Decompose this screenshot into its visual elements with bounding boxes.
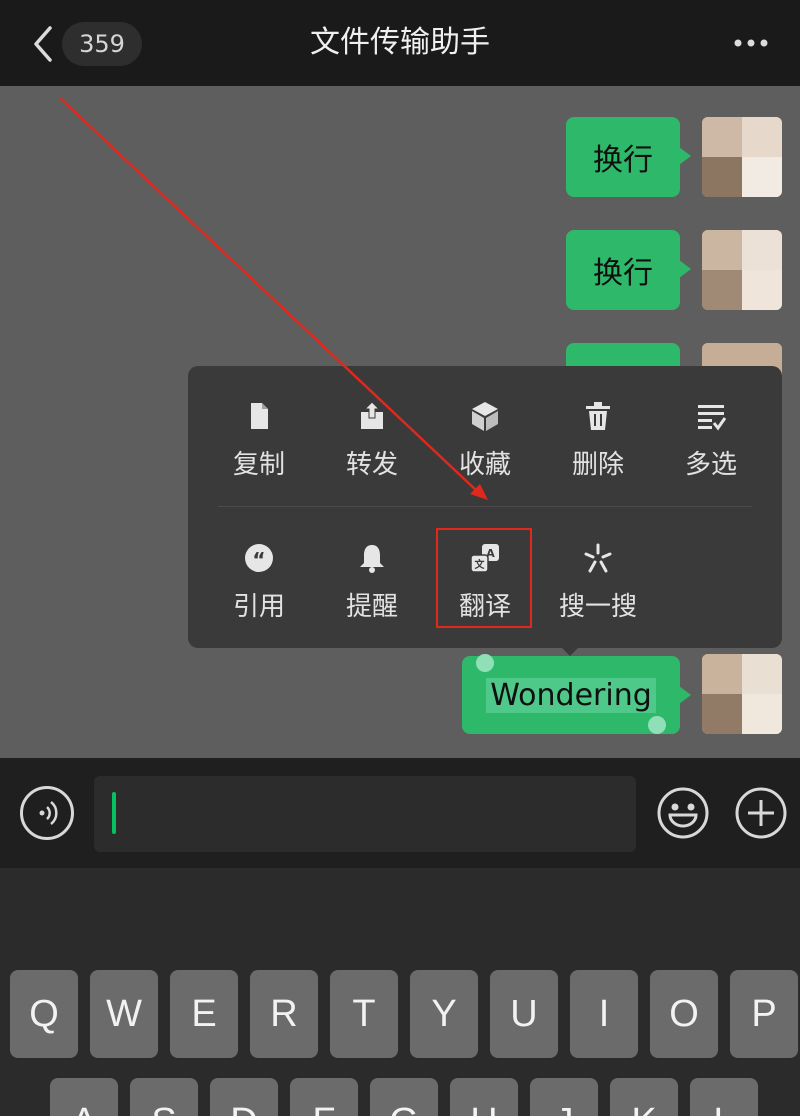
- key-r[interactable]: R: [250, 970, 318, 1058]
- key-h[interactable]: H: [450, 1078, 518, 1116]
- favorite-cube-icon: [472, 402, 498, 431]
- menu-item-favorite[interactable]: 收藏: [435, 400, 535, 500]
- menu-item-forward[interactable]: 转发: [322, 400, 422, 500]
- menu-item-remind[interactable]: 提醒: [322, 542, 422, 642]
- multiselect-icon: [698, 405, 727, 431]
- text-caret: [112, 792, 116, 834]
- voice-button[interactable]: [20, 786, 74, 840]
- selection-end-handle[interactable]: [648, 716, 666, 734]
- menu-item-copy[interactable]: 复制: [209, 400, 309, 500]
- menu-item-multiselect[interactable]: 多选: [661, 400, 761, 500]
- unread-count-badge[interactable]: 359: [62, 22, 142, 66]
- menu-item-quote[interactable]: “ 引用: [209, 542, 309, 642]
- selection-start-handle[interactable]: [476, 654, 494, 672]
- plus-icon[interactable]: [734, 786, 788, 840]
- key-y[interactable]: Y: [410, 970, 478, 1058]
- voice-icon: [39, 801, 58, 825]
- key-f[interactable]: F: [290, 1078, 358, 1116]
- key-i[interactable]: I: [570, 970, 638, 1058]
- key-g[interactable]: G: [370, 1078, 438, 1116]
- message-text: 换行: [593, 143, 653, 178]
- key-e[interactable]: E: [170, 970, 238, 1058]
- key-t[interactable]: T: [330, 970, 398, 1058]
- bell-icon: [360, 545, 384, 573]
- more-horizontal-icon[interactable]: [726, 30, 776, 56]
- keyboard: Q W E R T Y U I O P A S D F G H J K L: [0, 868, 800, 1116]
- key-s[interactable]: S: [130, 1078, 198, 1116]
- menu-item-label: 复制: [232, 450, 285, 480]
- avatar[interactable]: [702, 117, 782, 197]
- key-u[interactable]: U: [490, 970, 558, 1058]
- menu-item-label: 删除: [571, 450, 624, 480]
- message-bubble[interactable]: 换行: [566, 117, 691, 197]
- key-p[interactable]: P: [730, 970, 798, 1058]
- avatar[interactable]: [702, 230, 782, 310]
- menu-item-label: 多选: [684, 450, 737, 480]
- forward-icon: [361, 401, 383, 429]
- menu-item-delete[interactable]: 删除: [548, 400, 648, 500]
- quote-icon: “: [245, 544, 273, 572]
- emoji-icon[interactable]: [656, 786, 710, 840]
- avatar[interactable]: [702, 654, 782, 734]
- menu-pointer: [560, 646, 580, 656]
- translate-highlight-box: [436, 528, 532, 628]
- message-text: 换行: [593, 256, 653, 291]
- key-j[interactable]: J: [530, 1078, 598, 1116]
- menu-item-label: 搜一搜: [558, 592, 637, 622]
- key-k[interactable]: K: [610, 1078, 678, 1116]
- menu-item-label: 提醒: [345, 592, 398, 622]
- menu-divider: [218, 506, 752, 507]
- key-q[interactable]: Q: [10, 970, 78, 1058]
- key-w[interactable]: W: [90, 970, 158, 1058]
- key-d[interactable]: D: [210, 1078, 278, 1116]
- back-chevron-icon[interactable]: [28, 24, 58, 64]
- menu-item-label: 转发: [345, 450, 398, 480]
- message-input[interactable]: [94, 776, 636, 852]
- input-bar: [0, 758, 800, 868]
- svg-text:“: “: [252, 548, 265, 572]
- key-l[interactable]: L: [690, 1078, 758, 1116]
- key-o[interactable]: O: [650, 970, 718, 1058]
- menu-item-label: 收藏: [458, 450, 511, 480]
- chat-header: 359 文件传输助手: [0, 0, 800, 86]
- message-bubble[interactable]: 换行: [566, 230, 691, 310]
- menu-item-label: 引用: [232, 592, 285, 622]
- search-sparkle-icon: [584, 543, 612, 573]
- trash-icon: [586, 402, 610, 430]
- key-a[interactable]: A: [50, 1078, 118, 1116]
- selected-message-text[interactable]: Wondering: [486, 677, 656, 713]
- chat-title: 文件传输助手: [310, 25, 490, 60]
- menu-item-search[interactable]: 搜一搜: [548, 542, 648, 642]
- copy-icon: [251, 403, 268, 429]
